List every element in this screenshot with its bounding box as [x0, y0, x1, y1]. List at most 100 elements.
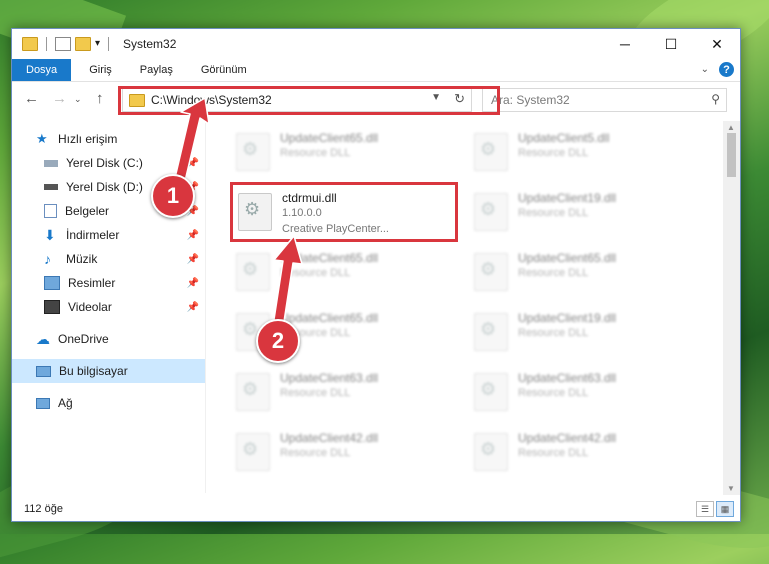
file-name: UpdateClient42.dll [518, 431, 617, 445]
file-name: UpdateClient19.dll [518, 191, 617, 205]
search-input[interactable]: Ara: System32 ⚲ [482, 88, 727, 112]
new-folder-icon[interactable] [75, 37, 91, 51]
help-icon[interactable]: ? [719, 62, 734, 77]
nav-label: Videolar [68, 300, 112, 314]
maximize-button[interactable]: ☐ [648, 29, 694, 59]
gear-icon: ⚙ [480, 259, 497, 279]
scroll-down-icon[interactable]: ▼ [727, 484, 735, 493]
file-description: Resource DLL [518, 207, 589, 219]
minimize-button[interactable]: ─ [602, 29, 648, 59]
nav-label: Yerel Disk (D:) [66, 180, 143, 194]
pin-icon[interactable]: 📌 [187, 230, 199, 241]
drive-icon [44, 184, 58, 190]
file-name: UpdateClient65.dll [280, 311, 379, 325]
divider [46, 37, 47, 51]
nav-label: Ağ [58, 396, 73, 410]
nav-label: Belgeler [65, 204, 110, 218]
recent-locations-icon[interactable]: ⌄ [74, 94, 82, 105]
step-1-badge: 1 [151, 174, 195, 218]
nav-label: Yerel Disk (C:) [66, 156, 143, 170]
file-item[interactable]: ⚙ UpdateClient19.dll Resource DLL [470, 185, 700, 237]
file-item[interactable]: ⚙ UpdateClient42.dll Resource DLL [470, 425, 700, 477]
file-name: UpdateClient65.dll [518, 251, 617, 265]
nav-item-pictures[interactable]: Resimler 📌 [44, 271, 205, 295]
item-count: 112 öğe [24, 503, 63, 515]
search-icon[interactable]: ⚲ [711, 92, 720, 106]
pictures-icon [44, 276, 60, 290]
tab-home[interactable]: Giriş [75, 59, 126, 81]
gear-icon: ⚙ [480, 199, 497, 219]
file-list: ⚙ UpdateClient65.dll Resource DLL ⚙ ctdr… [212, 121, 722, 491]
file-highlight [230, 182, 458, 242]
file-item[interactable]: ⚙ UpdateClient5.dll Resource DLL [470, 125, 700, 177]
nav-quick-access[interactable]: ★ Hızlı erişim [36, 127, 205, 151]
scroll-up-icon[interactable]: ▲ [727, 123, 735, 132]
file-name: UpdateClient63.dll [280, 371, 379, 385]
file-item[interactable]: ⚙ UpdateClient42.dll Resource DLL [232, 425, 462, 477]
back-icon[interactable]: ← [24, 90, 39, 107]
gear-icon: ⚙ [480, 439, 497, 459]
gear-icon: ⚙ [242, 379, 259, 399]
status-bar: 112 öğe ☰ ▦ [12, 497, 740, 521]
nav-label: Bu bilgisayar [59, 364, 128, 378]
documents-icon [44, 204, 57, 218]
file-item[interactable]: ⚙ UpdateClient65.dll Resource DLL [470, 245, 700, 297]
file-item[interactable]: ⚙ UpdateClient65.dll Resource DLL [232, 125, 462, 177]
tab-view[interactable]: Görünüm [187, 59, 261, 81]
file-description: Resource DLL [518, 387, 589, 399]
file-name: UpdateClient63.dll [518, 371, 617, 385]
explorer-window: ▾ System32 ─ ☐ ✕ Dosya Giriş Paylaş Görü… [11, 28, 741, 522]
pin-icon[interactable]: 📌 [187, 158, 199, 169]
up-icon[interactable]: ↑ [96, 90, 104, 107]
nav-item-downloads[interactable]: ⬇ İndirmeler 📌 [44, 223, 205, 247]
properties-icon[interactable] [55, 37, 71, 51]
file-description: Resource DLL [280, 447, 351, 459]
cloud-icon: ☁ [36, 331, 50, 347]
customize-toolbar-icon[interactable]: ▾ [95, 38, 100, 50]
network-icon [36, 397, 50, 409]
nav-item-disk-c[interactable]: Yerel Disk (C:) 📌 [44, 151, 205, 175]
ribbon-tabs: Dosya Giriş Paylaş Görünüm ⌄ ? [12, 59, 740, 82]
tab-share[interactable]: Paylaş [126, 59, 187, 81]
computer-icon [36, 365, 51, 377]
nav-item-videos[interactable]: Videolar 📌 [44, 295, 205, 319]
nav-label: İndirmeler [66, 228, 120, 242]
pin-icon[interactable]: 📌 [187, 278, 199, 289]
address-highlight [118, 86, 500, 115]
nav-item-this-pc[interactable]: Bu bilgisayar [12, 359, 205, 383]
close-button[interactable]: ✕ [694, 29, 740, 59]
videos-icon [44, 300, 60, 314]
file-name: UpdateClient65.dll [280, 251, 379, 265]
file-item[interactable]: ⚙ UpdateClient63.dll Resource DLL [232, 365, 462, 417]
details-view-icon[interactable]: ☰ [696, 501, 714, 517]
file-description: Resource DLL [518, 267, 589, 279]
file-description: Resource DLL [280, 387, 351, 399]
folder-icon [22, 37, 38, 51]
file-description: Resource DLL [518, 447, 589, 459]
vertical-scrollbar[interactable]: ▲ ▼ [723, 121, 740, 495]
nav-item-onedrive[interactable]: ☁ OneDrive [36, 327, 205, 351]
gear-icon: ⚙ [480, 319, 497, 339]
divider [108, 37, 110, 51]
nav-item-music[interactable]: ♪ Müzik 📌 [44, 247, 205, 271]
scroll-thumb[interactable] [727, 133, 736, 177]
file-item[interactable]: ⚙ UpdateClient19.dll Resource DLL [470, 305, 700, 357]
step-2-badge: 2 [256, 319, 300, 363]
file-item[interactable]: ⚙ UpdateClient63.dll Resource DLL [470, 365, 700, 417]
file-description: Resource DLL [518, 327, 589, 339]
file-name: UpdateClient19.dll [518, 311, 617, 325]
nav-label: OneDrive [58, 332, 109, 346]
forward-icon[interactable]: → [52, 90, 67, 107]
expand-ribbon-icon[interactable]: ⌄ [701, 64, 709, 75]
file-item[interactable]: ⚙ UpdateClient65.dll Resource DLL [232, 245, 462, 297]
file-name: UpdateClient65.dll [280, 131, 379, 145]
downloads-icon: ⬇ [44, 227, 56, 243]
file-description: Resource DLL [280, 147, 351, 159]
pin-icon[interactable]: 📌 [187, 254, 199, 265]
tiles-view-icon[interactable]: ▦ [716, 501, 734, 517]
pin-icon[interactable]: 📌 [187, 302, 199, 313]
gear-icon: ⚙ [480, 139, 497, 159]
tab-file[interactable]: Dosya [12, 59, 72, 81]
nav-item-network[interactable]: Ağ [36, 391, 205, 415]
window-title: System32 [123, 37, 177, 51]
